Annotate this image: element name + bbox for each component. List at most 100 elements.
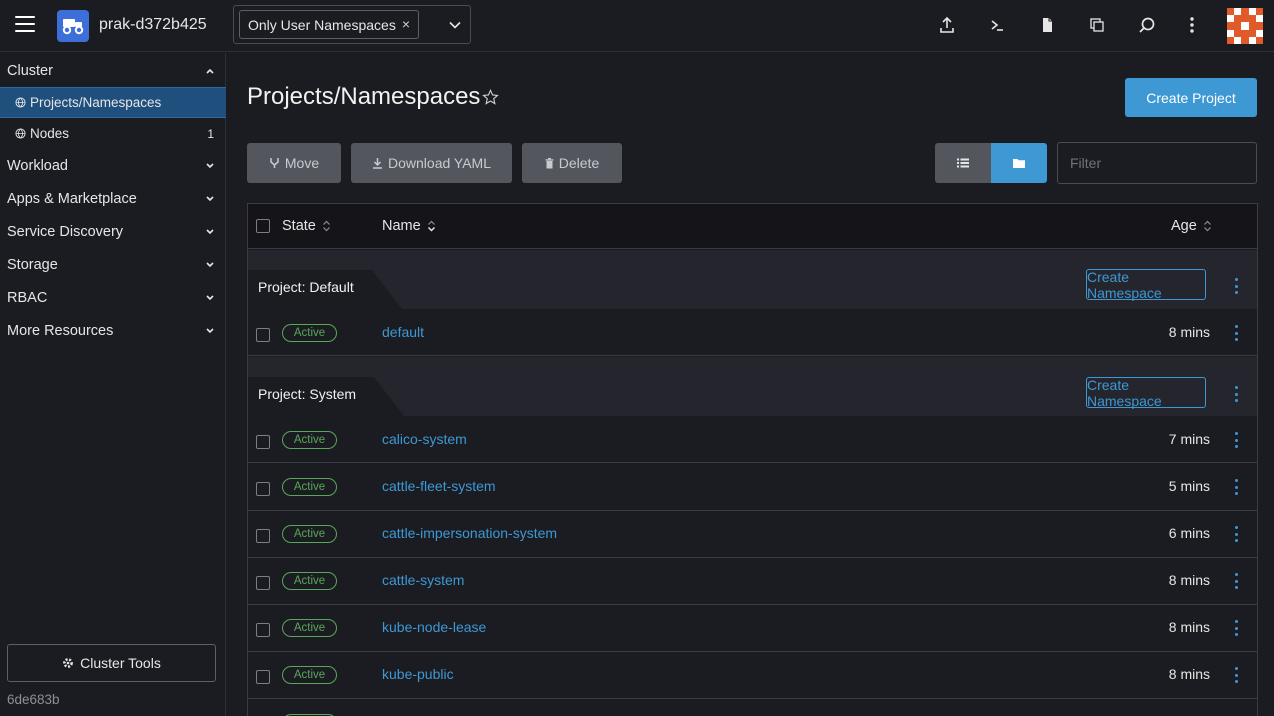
- folder-icon: [1013, 159, 1025, 168]
- cluster-logo-icon[interactable]: [57, 10, 89, 42]
- table-row[interactable]: Active cattle-system 8 mins: [248, 558, 1257, 605]
- status-badge: Active: [282, 324, 337, 342]
- cluster-name: prak-d372b425: [99, 16, 207, 33]
- project-group-label: Project: Default: [248, 270, 402, 309]
- chevron-up-icon: [206, 68, 214, 74]
- row-actions-kebab-icon[interactable]: [1230, 525, 1242, 543]
- nav-group-apps-marketplace[interactable]: Apps & Marketplace: [0, 182, 226, 215]
- user-avatar[interactable]: [1227, 8, 1263, 44]
- age-value: 8 mins: [1168, 619, 1210, 635]
- chevron-down-icon[interactable]: [448, 18, 462, 32]
- namespace-filter-select[interactable]: Only User Namespaces ×: [233, 5, 471, 44]
- namespace-link[interactable]: calico-system: [382, 431, 467, 447]
- project-group-label: Project: System: [248, 377, 405, 416]
- nav-group-label: Workload: [7, 157, 68, 174]
- nav-group-label: Service Discovery: [7, 223, 124, 240]
- status-badge: Active: [282, 572, 337, 590]
- download-yaml-button[interactable]: Download YAML: [351, 143, 512, 183]
- age-value: 5 mins: [1168, 478, 1210, 494]
- row-checkbox[interactable]: [256, 623, 270, 637]
- namespaces-table: State Name Age Project: Default Create N…: [247, 203, 1258, 716]
- row-checkbox[interactable]: [256, 670, 270, 684]
- create-namespace-button[interactable]: Create Namespace: [1086, 269, 1206, 301]
- nav-group-storage[interactable]: Storage: [0, 248, 226, 281]
- favorite-star-icon[interactable]: [482, 89, 499, 106]
- table-row[interactable]: [248, 699, 1257, 716]
- search-icon[interactable]: [1136, 14, 1158, 36]
- namespace-link[interactable]: default: [382, 324, 424, 340]
- status-badge: Active: [282, 619, 337, 637]
- sidebar-item-label: Nodes: [30, 126, 70, 141]
- column-header-name[interactable]: Name: [382, 218, 436, 234]
- column-header-state[interactable]: State: [282, 218, 331, 234]
- nav-group-label: Apps & Marketplace: [7, 190, 137, 207]
- kubectl-shell-icon[interactable]: [986, 14, 1008, 36]
- row-actions-kebab-icon[interactable]: [1230, 478, 1242, 496]
- group-by-project-toggle[interactable]: [991, 143, 1047, 183]
- nav-group-label: Storage: [7, 256, 58, 273]
- column-header-state-label: State: [282, 218, 316, 234]
- nav-group-workload[interactable]: Workload: [0, 149, 226, 182]
- table-row[interactable]: Active kube-node-lease 8 mins: [248, 605, 1257, 652]
- nodes-count: 1: [207, 126, 214, 141]
- create-namespace-button[interactable]: Create Namespace: [1086, 377, 1206, 409]
- sidebar-item-nodes[interactable]: Nodes 1: [0, 118, 226, 149]
- chip-remove-icon[interactable]: ×: [402, 16, 410, 32]
- row-actions-kebab-icon[interactable]: [1230, 666, 1242, 684]
- chevron-down-icon: [206, 163, 214, 169]
- table-row[interactable]: Active calico-system 7 mins: [248, 416, 1257, 463]
- row-actions-kebab-icon[interactable]: [1230, 431, 1242, 449]
- list-icon: [957, 158, 969, 168]
- import-yaml-icon[interactable]: [936, 14, 958, 36]
- row-checkbox[interactable]: [256, 435, 270, 449]
- filter-input[interactable]: [1057, 142, 1257, 184]
- row-checkbox[interactable]: [256, 328, 270, 342]
- namespace-link[interactable]: cattle-fleet-system: [382, 478, 496, 494]
- status-badge: Active: [282, 431, 337, 449]
- column-header-age[interactable]: Age: [1171, 218, 1212, 234]
- project-group-row: Project: Default Create Namespace: [248, 250, 1257, 309]
- sidebar-item-label: Projects/Namespaces: [30, 95, 162, 110]
- delete-button[interactable]: Delete: [522, 143, 622, 183]
- nav-group-label: RBAC: [7, 289, 48, 306]
- table-row[interactable]: Active default 8 mins: [248, 309, 1257, 356]
- nav-group-more-resources[interactable]: More Resources: [0, 314, 226, 347]
- status-badge: Active: [282, 478, 337, 496]
- top-header: prak-d372b425 Only User Namespaces ×: [0, 0, 1274, 52]
- namespace-link[interactable]: cattle-system: [382, 572, 464, 588]
- select-all-checkbox[interactable]: [256, 219, 270, 233]
- age-value: 8 mins: [1168, 324, 1210, 340]
- sort-icon: [322, 220, 330, 232]
- row-actions-kebab-icon[interactable]: [1230, 572, 1242, 590]
- row-checkbox[interactable]: [256, 482, 270, 496]
- namespace-filter-chip: Only User Namespaces ×: [239, 10, 419, 39]
- page-title: Projects/Namespaces: [247, 83, 481, 110]
- nav-group-cluster[interactable]: Cluster: [0, 54, 226, 87]
- move-button[interactable]: Move: [247, 143, 341, 183]
- row-checkbox[interactable]: [256, 576, 270, 590]
- column-header-name-label: Name: [382, 218, 421, 234]
- copy-kubeconfig-icon[interactable]: [1086, 14, 1108, 36]
- table-row[interactable]: Active kube-public 8 mins: [248, 652, 1257, 699]
- table-row[interactable]: Active cattle-impersonation-system 6 min…: [248, 511, 1257, 558]
- namespace-link[interactable]: kube-public: [382, 666, 454, 682]
- table-row[interactable]: Active cattle-fleet-system 5 mins: [248, 464, 1257, 511]
- flat-list-view-toggle[interactable]: [935, 143, 991, 183]
- nav-group-rbac[interactable]: RBAC: [0, 281, 226, 314]
- project-actions-kebab-icon[interactable]: [1230, 385, 1242, 403]
- hamburger-menu-icon[interactable]: [15, 16, 35, 34]
- globe-icon: [15, 97, 26, 108]
- nav-group-service-discovery[interactable]: Service Discovery: [0, 215, 226, 248]
- download-kubeconfig-icon[interactable]: [1036, 14, 1058, 36]
- sidebar-item-projects-namespaces[interactable]: Projects/Namespaces: [0, 87, 226, 118]
- row-actions-kebab-icon[interactable]: [1230, 619, 1242, 637]
- row-actions-kebab-icon[interactable]: [1230, 324, 1242, 342]
- more-options-icon[interactable]: [1181, 14, 1203, 36]
- cluster-tools-button[interactable]: Cluster Tools: [7, 644, 216, 682]
- row-checkbox[interactable]: [256, 529, 270, 543]
- namespace-link[interactable]: kube-node-lease: [382, 619, 486, 635]
- globe-icon: [15, 128, 26, 139]
- project-actions-kebab-icon[interactable]: [1230, 277, 1242, 295]
- namespace-link[interactable]: cattle-impersonation-system: [382, 525, 557, 541]
- create-project-button[interactable]: Create Project: [1125, 78, 1257, 117]
